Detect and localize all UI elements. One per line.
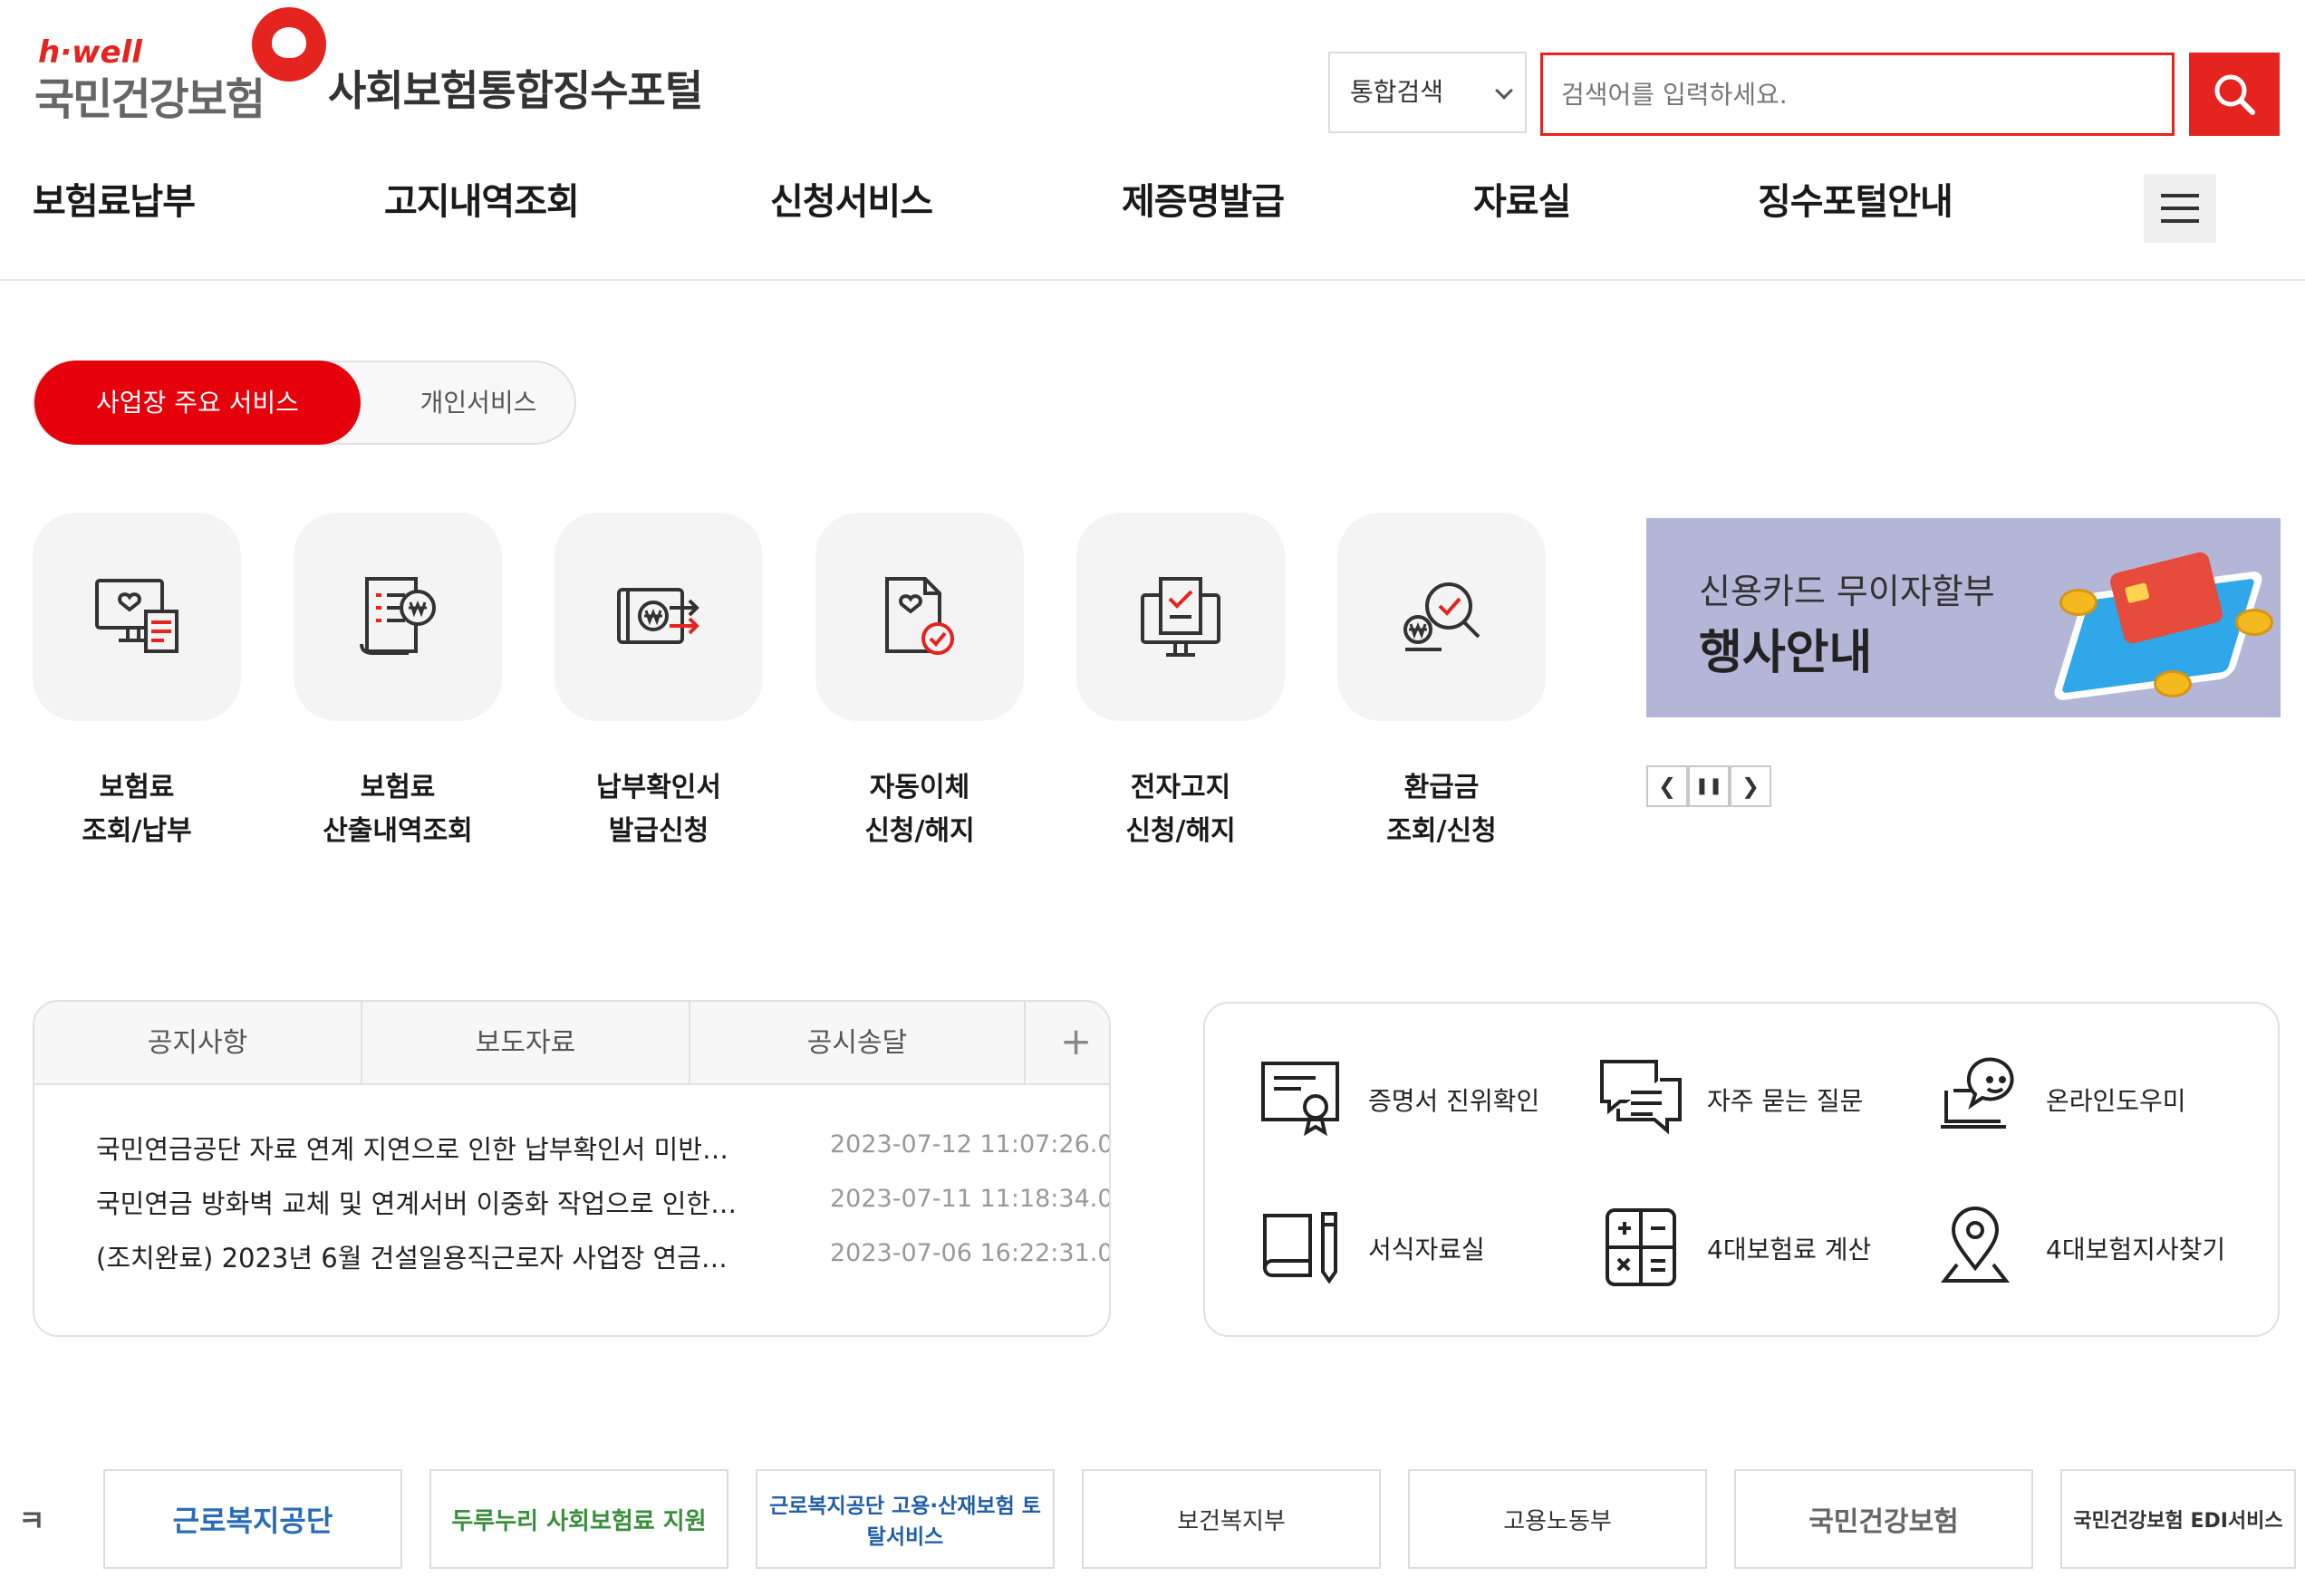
quick-service-label: 보험료 조회/납부	[82, 772, 192, 847]
notice-tabs: 공지사항 보도자료 공시송달 +	[34, 1002, 1109, 1085]
tab-notices[interactable]: 공지사항	[34, 1002, 362, 1085]
global-nav: 보험료납부 고지내역조회 신청서비스 제증명발급 자료실 징수포털안내	[0, 172, 2305, 245]
gnb-item-application[interactable]: 신청서비스	[770, 172, 933, 225]
link-certificate-verification[interactable]: 증명서 진위확인	[1259, 1054, 1558, 1145]
quick-service-tile	[815, 513, 1024, 721]
tab-public-notices[interactable]: 공시송달	[690, 1002, 1026, 1085]
family-site-comwel[interactable]: 근로복지공단	[103, 1469, 402, 1569]
notice-title[interactable]: 국민연금 방화벽 교체 및 연계서버 이중화 작업으로 인한…	[96, 1183, 794, 1221]
gnb-item-premium-payment[interactable]: 보험료납부	[33, 172, 196, 225]
link-premium-calculator[interactable]: 4대보험료 계산	[1598, 1203, 1897, 1293]
tab-press-releases[interactable]: 보도자료	[362, 1002, 690, 1085]
quick-service-label: 납부확인서 발급신청	[596, 772, 721, 847]
link-label: 4대보험지사찾기	[2046, 1235, 2226, 1264]
coin-illustration	[2059, 589, 2098, 616]
hamburger-menu-button[interactable]	[2144, 174, 2216, 243]
link-label: 자주 묻는 질문	[1707, 1086, 1864, 1116]
chevron-down-icon	[1495, 82, 1513, 100]
search-scope-select[interactable]: 통합검색	[1328, 52, 1527, 133]
promo-banner[interactable]: 신용카드 무이자할부 행사안내	[1646, 518, 2281, 717]
calculator-icon	[1606, 1208, 1676, 1286]
quick-service-label: 자동이체 신청/해지	[864, 772, 975, 847]
nhis-logo[interactable]: h·well 국민건강보험	[34, 7, 333, 125]
quick-service-premium-detail[interactable]: 보험료 산출내역조회	[294, 513, 502, 853]
quick-service-label: 보험료 산출내역조회	[323, 772, 473, 847]
search-button[interactable]	[2189, 53, 2280, 136]
coin-illustration	[2235, 609, 2273, 636]
computer-check-icon	[1141, 577, 1220, 657]
quick-links-box: 증명서 진위확인 자주 묻는 질문 온라인도우미 서식자료실 4대보험료 계산 …	[1203, 1002, 2280, 1337]
quick-service-tile	[1337, 513, 1546, 721]
search-icon	[2214, 74, 2255, 115]
link-label: 증명서 진위확인	[1368, 1086, 1540, 1116]
gnb-item-notice-inquiry[interactable]: 고지내역조회	[384, 172, 580, 225]
quick-service-tile	[294, 513, 502, 721]
family-site-edi[interactable]: 국민건강보험 EDI서비스	[2060, 1469, 2296, 1569]
family-site-durunuri[interactable]: 두루누리 사회보험료 지원	[429, 1469, 728, 1569]
quick-service-premium-payment[interactable]: 보험료 조회/납부	[33, 513, 241, 853]
banner-pause-button[interactable]: ❚❚	[1688, 765, 1730, 807]
quick-service-refund[interactable]: 환급금 조회/신청	[1337, 513, 1546, 853]
site-header: h·well 국민건강보험 사회보험통합징수포털 통합검색 보험료납부 고지내역…	[0, 0, 2305, 281]
search-scope-value: 통합검색	[1350, 77, 1444, 107]
document-won-icon	[360, 577, 436, 655]
location-pin-icon	[1940, 1207, 2011, 1283]
gnb-item-archive[interactable]: 자료실	[1473, 172, 1571, 225]
banner-next-button[interactable]: ❯	[1730, 765, 1771, 807]
quick-service-tile	[33, 513, 241, 721]
family-site-nhis[interactable]: 국민건강보험	[1734, 1469, 2033, 1569]
banner-title: 행사안내	[1699, 626, 1873, 680]
search-check-icon	[1403, 582, 1480, 651]
family-site-partial[interactable]: ㅋ	[9, 1469, 54, 1569]
tab-business-services[interactable]: 사업장 주요 서비스	[34, 361, 361, 445]
notice-title[interactable]: (조치완료) 2023년 6월 건설일용직근로자 사업장 연금…	[96, 1237, 794, 1275]
quick-service-label: 환급금 조회/신청	[1386, 772, 1497, 847]
book-pen-icon	[1263, 1212, 1337, 1284]
coin-illustration	[2154, 670, 2192, 697]
gnb-item-portal-guide[interactable]: 징수포털안내	[1758, 172, 1953, 225]
heart-logo-icon	[252, 7, 326, 82]
monitor-receipt-icon	[95, 579, 178, 653]
more-plus-icon[interactable]: +	[1060, 1023, 1092, 1061]
link-label: 서식자료실	[1368, 1235, 1485, 1264]
notice-date: 2023-07-06 16:22:31.0	[830, 1239, 1111, 1267]
search-input[interactable]	[1540, 53, 2175, 136]
link-online-helper[interactable]: 온라인도우미	[1937, 1054, 2236, 1145]
service-tab-group: 사업장 주요 서비스 개인서비스	[33, 361, 576, 445]
notice-date: 2023-07-12 11:07:26.0	[830, 1130, 1111, 1159]
notice-date: 2023-07-11 11:18:34.0	[830, 1185, 1111, 1213]
quick-service-tile	[1076, 513, 1285, 721]
link-forms-archive[interactable]: 서식자료실	[1259, 1203, 1558, 1293]
link-label: 온라인도우미	[2046, 1086, 2186, 1116]
certificate-icon	[1261, 1062, 1339, 1137]
quick-service-tile	[555, 513, 763, 721]
quick-service-label: 전자고지 신청/해지	[1125, 772, 1236, 847]
tab-personal-services[interactable]: 개인서비스	[397, 362, 560, 443]
family-site-moel[interactable]: 고용노동부	[1408, 1469, 1707, 1569]
banner-prev-button[interactable]: ❮	[1646, 765, 1688, 807]
notice-board: 공지사항 보도자료 공시송달 + 국민연금공단 자료 연계 지연으로 인한 납부…	[33, 1000, 1111, 1337]
wallet-transfer-icon	[617, 588, 699, 644]
family-site-mohw[interactable]: 보건복지부	[1082, 1469, 1381, 1569]
family-site-total-service[interactable]: 근로복지공단 고용·산재보험 토탈서비스	[756, 1469, 1055, 1569]
gnb-item-certificate[interactable]: 제증명발급	[1122, 172, 1285, 225]
document-check-icon	[885, 577, 954, 655]
quick-service-payment-confirmation[interactable]: 납부확인서 발급신청	[555, 513, 763, 853]
link-label: 4대보험료 계산	[1707, 1235, 1872, 1264]
quick-service-e-notice[interactable]: 전자고지 신청/해지	[1076, 513, 1285, 853]
portal-title[interactable]: 사회보험통합징수포털	[328, 58, 703, 118]
link-branch-finder[interactable]: 4대보험지사찾기	[1937, 1203, 2245, 1293]
chat-icon	[1600, 1060, 1682, 1135]
banner-subtitle: 신용카드 무이자할부	[1699, 572, 1995, 611]
link-faq[interactable]: 자주 묻는 질문	[1598, 1054, 1897, 1145]
hamburger-icon	[2161, 194, 2199, 197]
quick-service-auto-transfer[interactable]: 자동이체 신청/해지	[815, 513, 1024, 853]
online-helper-icon	[1941, 1057, 2014, 1129]
notice-title[interactable]: 국민연금공단 자료 연계 지연으로 인한 납부확인서 미반…	[96, 1129, 794, 1167]
logo-name: 국민건강보험	[34, 74, 265, 125]
